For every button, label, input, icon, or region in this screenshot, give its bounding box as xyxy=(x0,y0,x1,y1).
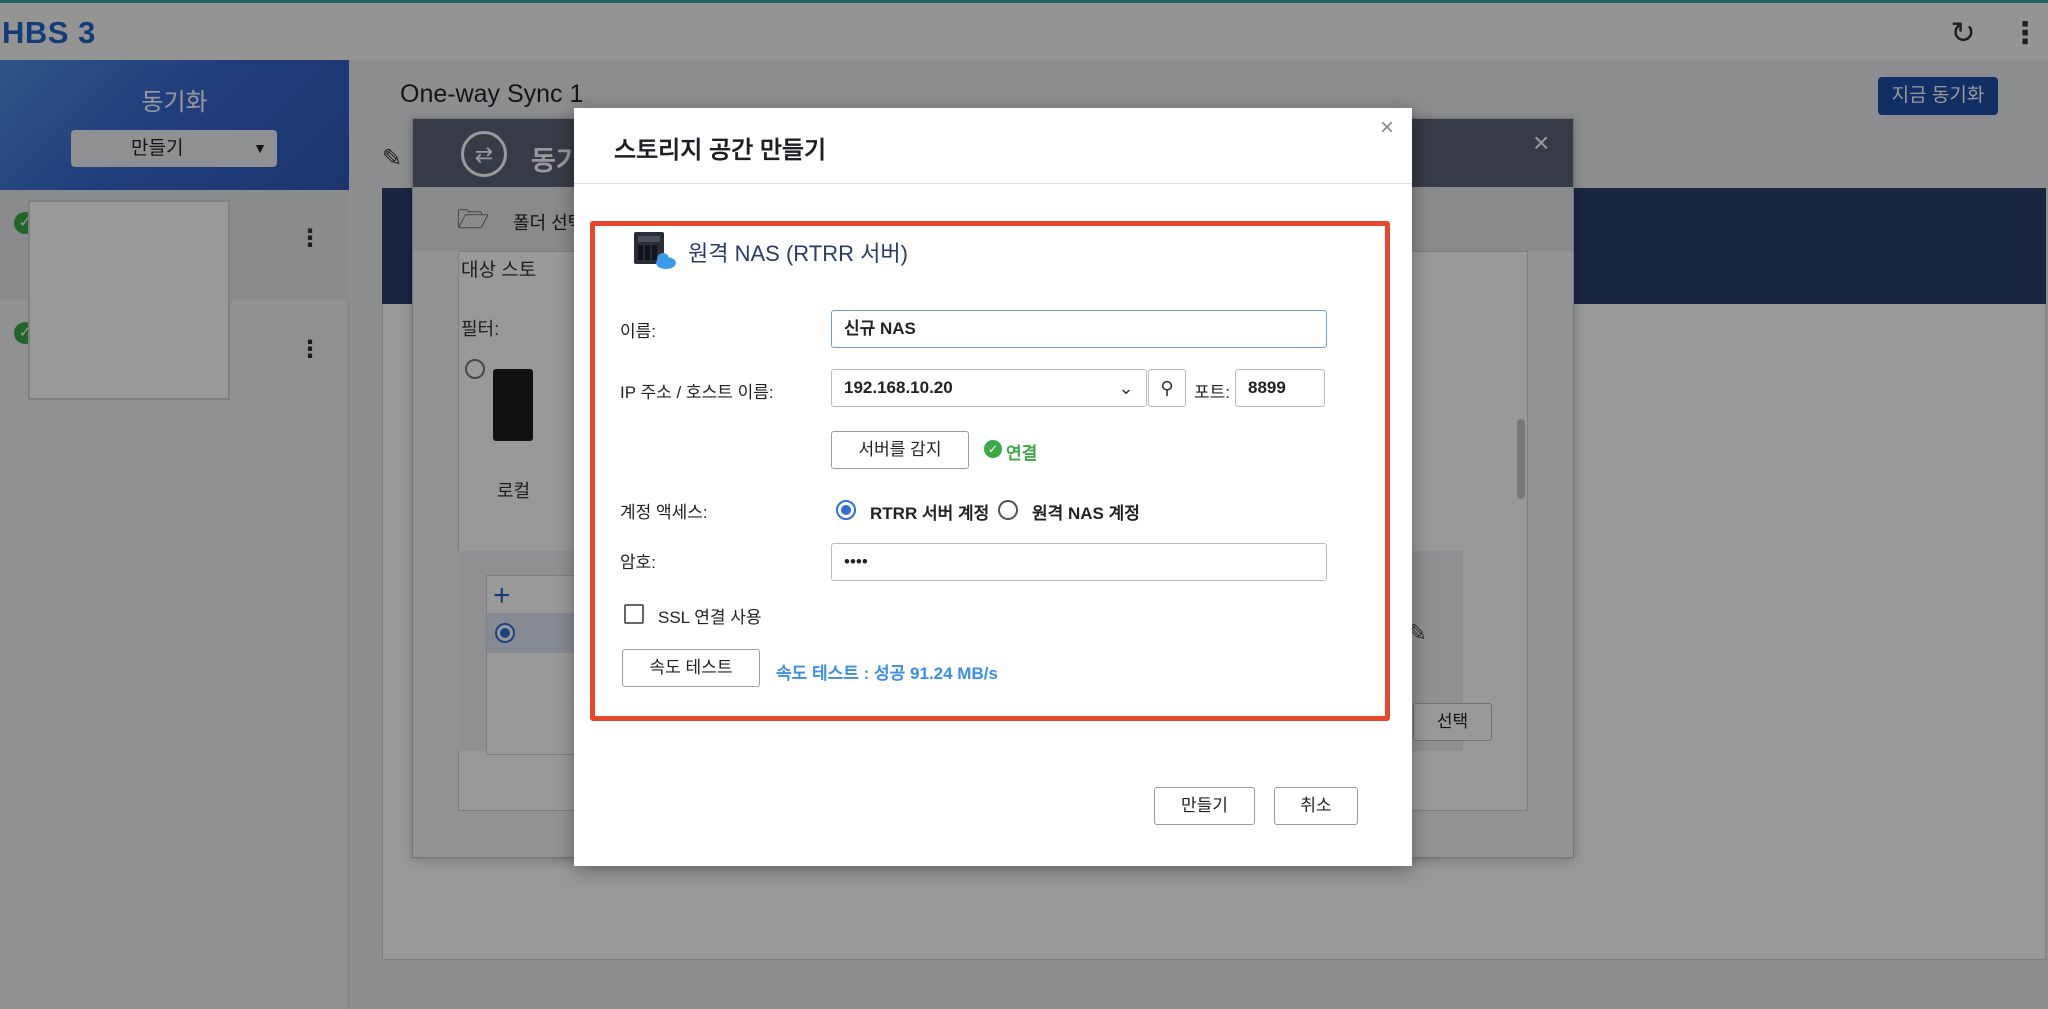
password-label: 암호: xyxy=(620,553,657,572)
port-label: 포트: xyxy=(1194,383,1231,402)
dialog-title: 스토리지 공간 만들기 xyxy=(614,137,827,164)
connection-status: 연결 xyxy=(1006,444,1038,463)
divider xyxy=(574,183,1412,184)
remote-nas-cloud-icon xyxy=(634,232,676,269)
ssl-checkbox[interactable] xyxy=(624,604,644,624)
create-storage-dialog: 스토리지 공간 만들기 × 원격 NAS (RTRR 서버) 이름: 신규 NA… xyxy=(574,108,1412,866)
highlight-annotation xyxy=(590,221,1390,721)
name-input[interactable]: 신규 NAS xyxy=(831,310,1327,348)
search-icon[interactable]: ⚲ xyxy=(1148,369,1186,407)
password-field[interactable]: •••• xyxy=(831,543,1327,581)
close-icon[interactable]: × xyxy=(1380,114,1394,142)
speed-test-result: 속도 테스트 : 성공 91.24 MB/s xyxy=(776,664,998,683)
check-circle-icon: ✓ xyxy=(984,440,1002,458)
speed-test-button[interactable]: 속도 테스트 xyxy=(622,649,760,687)
create-button[interactable]: 만들기 xyxy=(1154,787,1255,825)
port-input[interactable]: 8899 xyxy=(1235,369,1325,407)
account-access-label: 계정 액세스: xyxy=(620,503,708,522)
section-title: 원격 NAS (RTRR 서버) xyxy=(688,241,908,266)
detect-server-button[interactable]: 서버를 감지 xyxy=(831,431,969,469)
ssl-label[interactable]: SSL 연결 사용 xyxy=(658,603,762,628)
ip-host-combobox[interactable]: 192.168.10.20 xyxy=(831,369,1147,407)
ip-label: IP 주소 / 호스트 이름: xyxy=(620,383,774,402)
rtrr-account-radio[interactable] xyxy=(836,500,856,520)
remote-nas-account-label[interactable]: 원격 NAS 계정 xyxy=(1032,499,1140,524)
chevron-down-icon[interactable]: ⌄ xyxy=(1114,374,1138,402)
rtrr-account-label[interactable]: RTRR 서버 계정 xyxy=(870,499,989,524)
remote-nas-account-radio[interactable] xyxy=(998,500,1018,520)
name-label: 이름: xyxy=(620,322,657,341)
cancel-button[interactable]: 취소 xyxy=(1274,787,1358,825)
